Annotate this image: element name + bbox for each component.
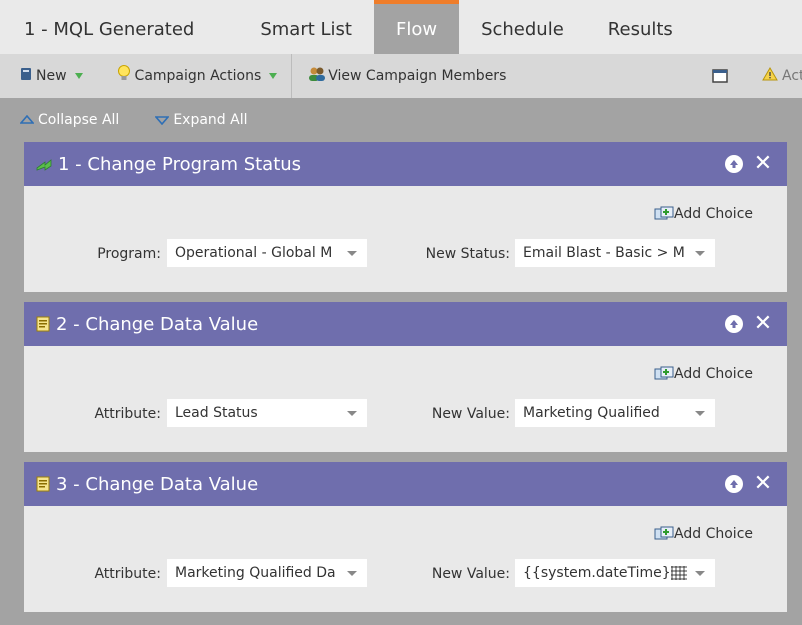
window-icon[interactable] (712, 54, 728, 98)
tab-bar: 1 - MQL Generated Smart List Flow Schedu… (0, 0, 802, 54)
new-icon (20, 67, 32, 85)
tab-flow[interactable]: Flow (373, 0, 460, 54)
add-choice-button[interactable]: Add Choice (654, 366, 753, 382)
attribute-select[interactable]: Lead Status (167, 399, 367, 427)
chevron-down-icon (695, 251, 705, 256)
flow-step: 3 - Change Data Value ✕ Add Choice Attri… (24, 462, 787, 612)
new-value-value: {{system.dateTime}} (523, 565, 669, 581)
campaign-actions-button[interactable]: Campaign Actions (117, 54, 278, 98)
new-status-label: New Status: (425, 246, 510, 262)
data-value-icon (36, 316, 50, 332)
program-status-icon (36, 157, 52, 171)
calendar-grid-icon[interactable] (671, 566, 687, 580)
new-status-value: Email Blast - Basic > Ma (523, 245, 685, 261)
attribute-value: Lead Status (175, 405, 258, 421)
flow-step-title: 2 - Change Data Value (56, 313, 259, 335)
program-select[interactable]: Operational - Global M (167, 239, 367, 267)
new-label: New (36, 68, 67, 84)
move-up-icon[interactable] (725, 155, 743, 173)
toolbar-divider (291, 54, 293, 98)
collapse-expand-row: Collapse All Expand All (0, 98, 802, 142)
view-campaign-members-button[interactable]: View Campaign Members (308, 54, 506, 98)
view-campaign-members-label: View Campaign Members (328, 68, 507, 84)
members-icon (308, 66, 326, 86)
new-value-select[interactable]: {{system.dateTime}} (515, 559, 715, 587)
add-choice-icon (654, 366, 674, 380)
add-choice-icon (654, 206, 674, 220)
flow-step: 2 - Change Data Value ✕ Add Choice Attri… (24, 302, 787, 452)
triangle-up-icon (20, 115, 34, 124)
chevron-down-icon (347, 251, 357, 256)
flow-step-body: Add Choice Attribute: Lead Status New Va… (24, 346, 787, 452)
flow-step: 1 - Change Program Status ✕ Add Choice P… (24, 142, 787, 292)
add-choice-button[interactable]: Add Choice (654, 206, 753, 222)
new-value-label: New Value: (431, 566, 510, 582)
triangle-down-icon (155, 116, 170, 125)
move-up-icon[interactable] (725, 475, 743, 493)
flow-step-header: 3 - Change Data Value ✕ (24, 462, 787, 506)
flow-step-body: Add Choice Program: Operational - Global… (24, 186, 787, 292)
program-value: Operational - Global M (175, 245, 333, 261)
new-value-label: New Value: (431, 406, 510, 422)
flow-step-header: 2 - Change Data Value ✕ (24, 302, 787, 346)
chevron-down-icon (347, 411, 357, 416)
move-up-icon[interactable] (725, 315, 743, 333)
chevron-down-icon (74, 73, 83, 79)
flow-step-body: Add Choice Attribute: Marketing Qualifie… (24, 506, 787, 612)
collapse-all-label: Collapse All (38, 112, 120, 128)
expand-all-button[interactable]: Expand All (155, 112, 247, 128)
close-icon[interactable]: ✕ (753, 153, 773, 175)
chevron-down-icon (347, 571, 357, 576)
chevron-down-icon (269, 73, 278, 79)
new-button[interactable]: New (20, 54, 83, 98)
program-label: Program: (97, 246, 161, 262)
new-value-select[interactable]: Marketing Qualified (515, 399, 715, 427)
add-choice-button[interactable]: Add Choice (654, 526, 753, 542)
tab-mql-generated[interactable]: 1 - MQL Generated (0, 0, 238, 54)
chevron-down-icon (695, 411, 705, 416)
add-choice-icon (654, 526, 674, 540)
flow-step-title: 3 - Change Data Value (56, 473, 259, 495)
attribute-label: Attribute: (94, 406, 161, 422)
tab-results[interactable]: Results (586, 0, 695, 54)
new-status-select[interactable]: Email Blast - Basic > Ma (515, 239, 715, 267)
toolbar: New Campaign Actions View Campaign Membe… (0, 54, 802, 98)
new-value-value: Marketing Qualified (523, 405, 660, 421)
add-choice-label: Add Choice (674, 526, 753, 542)
flow-step-header: 1 - Change Program Status ✕ (24, 142, 787, 186)
close-icon[interactable]: ✕ (753, 313, 773, 335)
campaign-actions-label: Campaign Actions (134, 68, 262, 84)
close-icon[interactable]: ✕ (753, 473, 773, 495)
attribute-value: Marketing Qualified Da (175, 565, 336, 581)
chevron-down-icon (695, 571, 705, 576)
activation-button[interactable]: Act (762, 54, 802, 98)
expand-all-label: Expand All (173, 112, 248, 128)
lightbulb-icon (117, 65, 131, 87)
add-choice-label: Add Choice (674, 206, 753, 222)
data-value-icon (36, 476, 50, 492)
flow-step-title: 1 - Change Program Status (58, 153, 302, 175)
warning-icon (762, 67, 778, 85)
tab-smart-list[interactable]: Smart List (238, 0, 374, 54)
attribute-select[interactable]: Marketing Qualified Da (167, 559, 367, 587)
activation-label: Act (782, 68, 802, 84)
tab-schedule[interactable]: Schedule (459, 0, 586, 54)
add-choice-label: Add Choice (674, 366, 753, 382)
attribute-label: Attribute: (94, 566, 161, 582)
collapse-all-button[interactable]: Collapse All (20, 112, 119, 128)
